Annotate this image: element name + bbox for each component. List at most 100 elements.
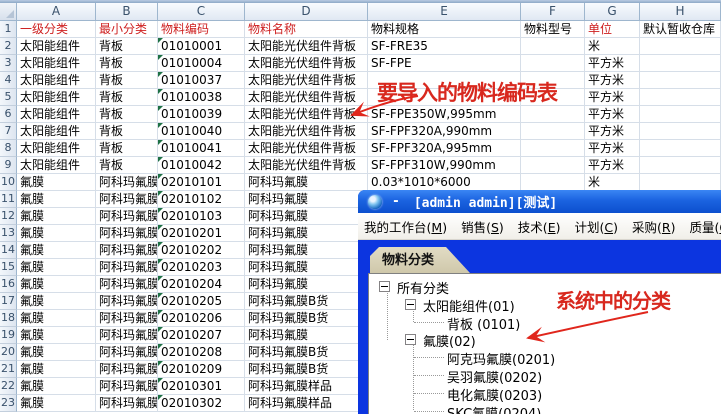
cell-A17[interactable]: 氟膜	[17, 293, 96, 310]
cell-D16[interactable]: 阿科玛氟膜	[245, 276, 368, 293]
tree-collapse-icon[interactable]	[405, 334, 416, 345]
cell-B5[interactable]: 背板	[96, 89, 158, 106]
cell-C10[interactable]: 02010101	[158, 174, 245, 191]
cell-E2[interactable]: SF-FRE35	[368, 38, 521, 55]
row-header-23[interactable]: 23	[0, 395, 17, 412]
cell-A23[interactable]: 氟膜	[17, 395, 96, 412]
row-header-6[interactable]: 6	[0, 106, 17, 123]
cell-D18[interactable]: 阿科玛氟膜B货	[245, 310, 368, 327]
cell-D1[interactable]: 物料名称	[245, 21, 368, 38]
cell-A10[interactable]: 氟膜	[17, 174, 96, 191]
cell-H4[interactable]	[640, 72, 721, 89]
column-header-B[interactable]: B	[96, 3, 158, 21]
column-header-G[interactable]: G	[585, 3, 640, 21]
cell-F9[interactable]	[521, 157, 585, 174]
cell-F4[interactable]	[521, 72, 585, 89]
cell-C21[interactable]: 02010209	[158, 361, 245, 378]
cell-B20[interactable]: 阿科玛氟膜	[96, 344, 158, 361]
cell-B2[interactable]: 背板	[96, 38, 158, 55]
column-header-C[interactable]: C	[158, 3, 245, 21]
menu-item-M[interactable]: 我的工作台(M)	[364, 217, 447, 236]
row-header-2[interactable]: 2	[0, 38, 17, 55]
cell-D10[interactable]: 阿科玛氟膜	[245, 174, 368, 191]
cell-H6[interactable]	[640, 106, 721, 123]
cell-A6[interactable]: 太阳能组件	[17, 106, 96, 123]
menu-item-E[interactable]: 技术(E)	[518, 217, 561, 236]
cell-C11[interactable]: 02010102	[158, 191, 245, 208]
menu-item-R[interactable]: 采购(R)	[632, 217, 675, 236]
cell-A16[interactable]: 氟膜	[17, 276, 96, 293]
cell-D21[interactable]: 阿科玛氟膜B货	[245, 361, 368, 378]
cell-H1[interactable]: 默认暂收仓库	[640, 21, 721, 38]
cell-F5[interactable]	[521, 89, 585, 106]
cell-C17[interactable]: 02010205	[158, 293, 245, 310]
cell-E1[interactable]: 物料规格	[368, 21, 521, 38]
cell-H3[interactable]	[640, 55, 721, 72]
cell-C22[interactable]: 02010301	[158, 378, 245, 395]
row-header-12[interactable]: 12	[0, 208, 17, 225]
tree-collapse-icon[interactable]	[405, 299, 416, 310]
cell-G9[interactable]: 平方米	[585, 157, 640, 174]
cell-A13[interactable]: 氟膜	[17, 225, 96, 242]
cell-B10[interactable]: 阿科玛氟膜	[96, 174, 158, 191]
cell-B1[interactable]: 最小分类	[96, 21, 158, 38]
tree-item[interactable]: SKC氟膜(0204)	[369, 402, 721, 414]
column-header-H[interactable]: H	[640, 3, 721, 21]
cell-C1[interactable]: 物料编码	[158, 21, 245, 38]
menu-item-C[interactable]: 计划(C)	[574, 217, 618, 236]
cell-C20[interactable]: 02010208	[158, 344, 245, 361]
cell-B4[interactable]: 背板	[96, 72, 158, 89]
row-header-22[interactable]: 22	[0, 378, 17, 395]
row-header-7[interactable]: 7	[0, 123, 17, 140]
cell-B21[interactable]: 阿科玛氟膜	[96, 361, 158, 378]
tree-item[interactable]: 电化氟膜(0203)	[369, 384, 721, 402]
row-header-20[interactable]: 20	[0, 344, 17, 361]
cell-D7[interactable]: 太阳能光伏组件背板	[245, 123, 368, 140]
row-header-17[interactable]: 17	[0, 293, 17, 310]
row-header-18[interactable]: 18	[0, 310, 17, 327]
cell-G4[interactable]: 平方米	[585, 72, 640, 89]
cell-E8[interactable]: SF-FPF320A,995mm	[368, 140, 521, 157]
cell-B9[interactable]: 背板	[96, 157, 158, 174]
cell-C5[interactable]: 01010038	[158, 89, 245, 106]
row-header-9[interactable]: 9	[0, 157, 17, 174]
cell-B19[interactable]: 阿科玛氟膜	[96, 327, 158, 344]
row-header-14[interactable]: 14	[0, 242, 17, 259]
cell-B6[interactable]: 背板	[96, 106, 158, 123]
cell-A1[interactable]: 一级分类	[17, 21, 96, 38]
cell-D15[interactable]: 阿科玛氟膜	[245, 259, 368, 276]
tab-material-category[interactable]: 物料分类	[370, 247, 470, 273]
cell-D12[interactable]: 阿科玛氟膜	[245, 208, 368, 225]
cell-D4[interactable]: 太阳能光伏组件背板	[245, 72, 368, 89]
cell-A20[interactable]: 氟膜	[17, 344, 96, 361]
cell-E10[interactable]: 0.03*1010*6000	[368, 174, 521, 191]
cell-H10[interactable]	[640, 174, 721, 191]
cell-C3[interactable]: 01010004	[158, 55, 245, 72]
cell-B12[interactable]: 阿科玛氟膜	[96, 208, 158, 225]
row-header-8[interactable]: 8	[0, 140, 17, 157]
cell-A11[interactable]: 氟膜	[17, 191, 96, 208]
cell-G8[interactable]: 平方米	[585, 140, 640, 157]
menu-item-Q[interactable]: 质量(Q)	[689, 217, 721, 236]
cell-B11[interactable]: 阿科玛氟膜	[96, 191, 158, 208]
cell-G7[interactable]: 平方米	[585, 123, 640, 140]
column-header-D[interactable]: D	[245, 3, 368, 21]
tree-item[interactable]: 阿克玛氟膜(0201)	[369, 348, 721, 366]
cell-D20[interactable]: 阿科玛氟膜B货	[245, 344, 368, 361]
cell-D3[interactable]: 太阳能光伏组件背板	[245, 55, 368, 72]
cell-D19[interactable]: 阿科玛氟膜	[245, 327, 368, 344]
row-header-4[interactable]: 4	[0, 72, 17, 89]
cell-H8[interactable]	[640, 140, 721, 157]
cell-C2[interactable]: 01010001	[158, 38, 245, 55]
cell-E9[interactable]: SF-FPF310W,990mm	[368, 157, 521, 174]
cell-F7[interactable]	[521, 123, 585, 140]
cell-C9[interactable]: 01010042	[158, 157, 245, 174]
cell-F6[interactable]	[521, 106, 585, 123]
cell-F10[interactable]	[521, 174, 585, 191]
row-header-15[interactable]: 15	[0, 259, 17, 276]
row-header-21[interactable]: 21	[0, 361, 17, 378]
cell-B3[interactable]: 背板	[96, 55, 158, 72]
column-header-E[interactable]: E	[368, 3, 521, 21]
row-header-13[interactable]: 13	[0, 225, 17, 242]
cell-F1[interactable]: 物料型号	[521, 21, 585, 38]
